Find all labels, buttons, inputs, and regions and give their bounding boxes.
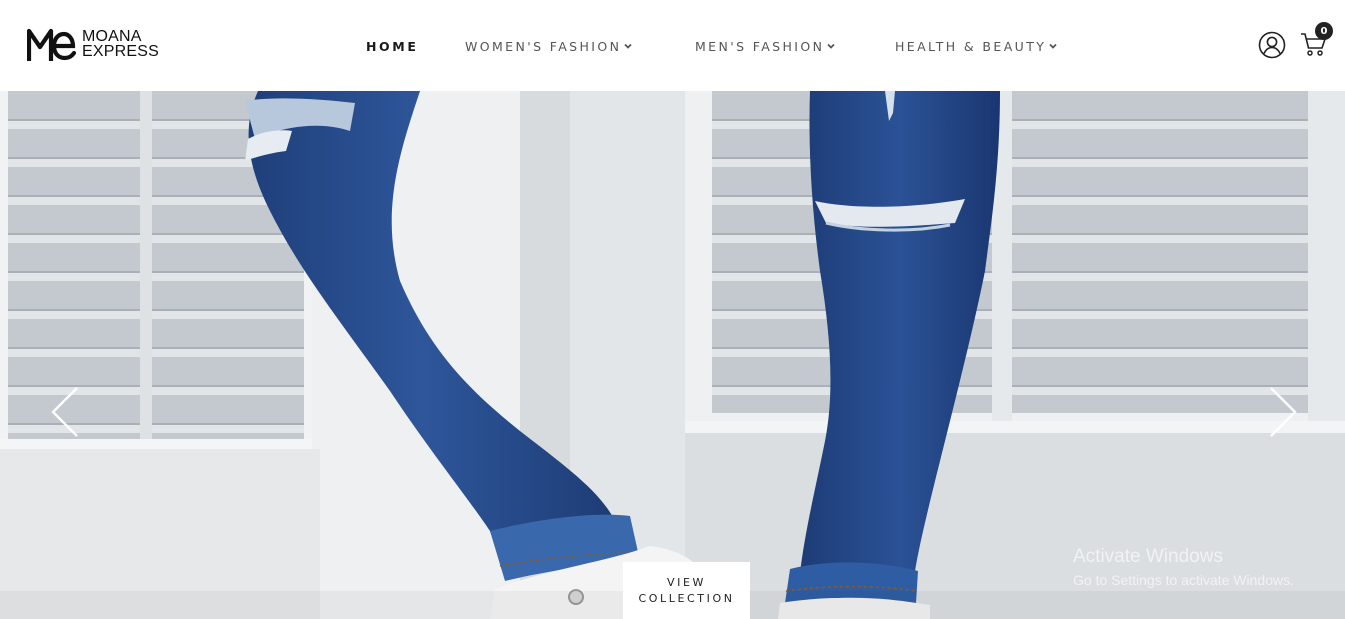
- view-collection-line1: VIEW: [667, 575, 706, 589]
- nav-item-label: HOME: [366, 38, 419, 54]
- chevron-down-icon: [827, 43, 836, 49]
- user-circle-icon[interactable]: [1258, 31, 1286, 59]
- hero-image: [0, 91, 1345, 619]
- chevron-down-icon: [624, 43, 633, 49]
- brand-logo[interactable]: MOANA EXPRESS: [27, 26, 159, 62]
- view-collection-line2: COLLECTION: [638, 591, 735, 605]
- nav-item-label: HEALTH & BEAUTY: [895, 38, 1047, 54]
- me-monogram-icon: [27, 28, 77, 61]
- cart-count-badge: 0: [1315, 22, 1333, 40]
- nav-item-health-beauty[interactable]: HEALTH & BEAUTY: [895, 36, 1058, 56]
- chevron-down-icon: [1049, 43, 1057, 49]
- site-header: MOANA EXPRESS HOME WOMEN'S FASHION MEN'S…: [0, 0, 1345, 91]
- nav-item-label: WOMEN'S FASHION: [465, 38, 622, 54]
- nav-item-womens-fashion[interactable]: WOMEN'S FASHION: [465, 36, 633, 56]
- brand-name-line2: EXPRESS: [82, 43, 159, 60]
- brand-name: MOANA EXPRESS: [82, 28, 159, 60]
- chevron-right-icon[interactable]: [1268, 386, 1298, 438]
- hero-slider: VIEW COLLECTION Activate Windows Go to S…: [0, 91, 1345, 619]
- nav-item-home[interactable]: HOME: [366, 36, 418, 56]
- chevron-left-icon[interactable]: [50, 386, 80, 438]
- nav-item-mens-fashion[interactable]: MEN'S FASHION: [695, 36, 836, 56]
- brand-name-line1: MOANA: [82, 28, 142, 45]
- view-collection-button[interactable]: VIEW COLLECTION: [623, 562, 750, 619]
- nav-item-label: MEN'S FASHION: [695, 38, 825, 54]
- page: MOANA EXPRESS HOME WOMEN'S FASHION MEN'S…: [0, 0, 1345, 619]
